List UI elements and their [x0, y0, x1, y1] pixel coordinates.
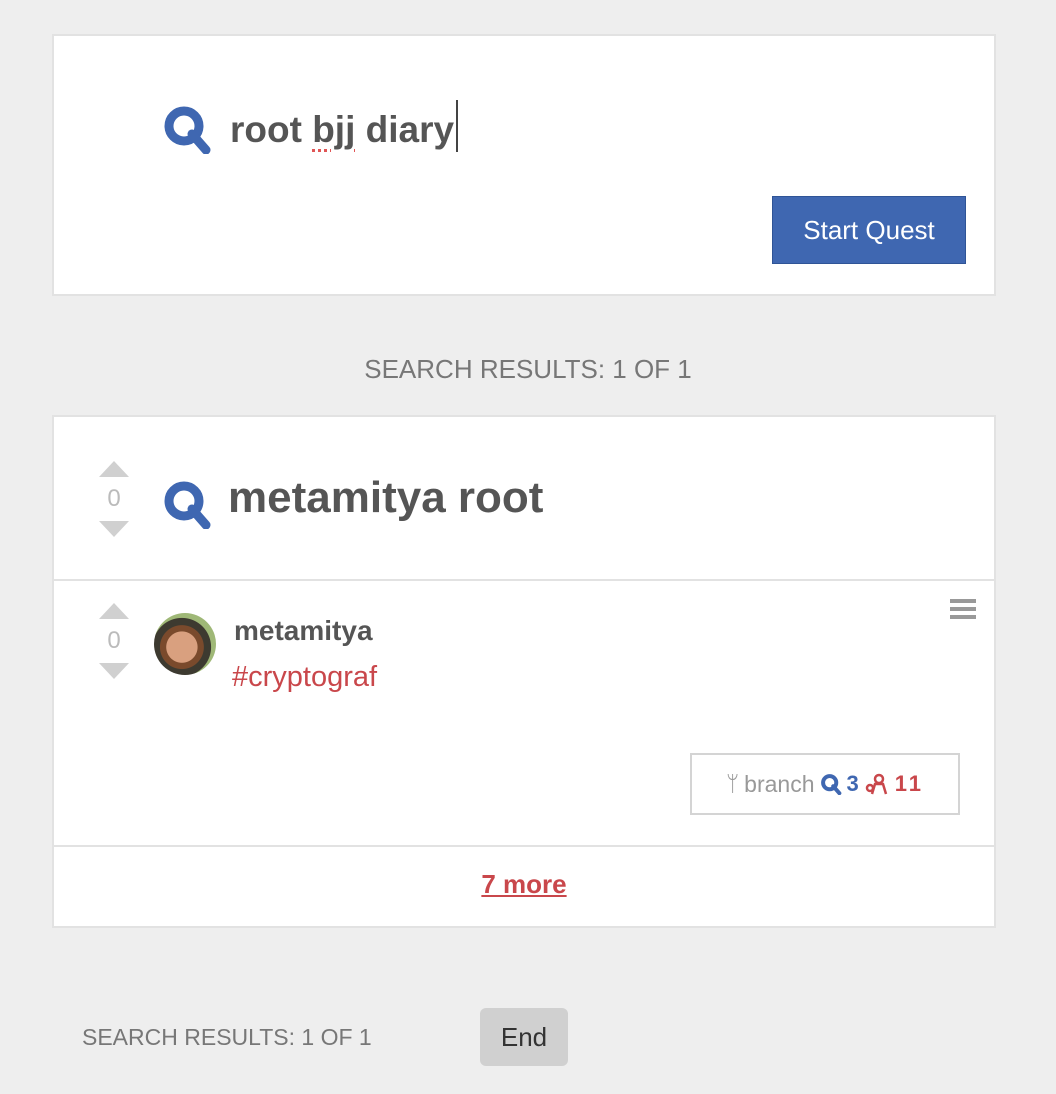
branch-label: branch — [744, 770, 815, 797]
quest-logo-icon — [164, 481, 211, 529]
divider — [54, 579, 994, 581]
start-quest-button[interactable]: Start Quest — [772, 196, 966, 264]
downvote-icon[interactable] — [99, 663, 129, 679]
branch-icon: ᛘ — [725, 771, 740, 796]
end-button[interactable]: End — [480, 1008, 568, 1066]
search-query-misspelled-word: bjj — [312, 109, 356, 150]
quest-vote-count: 0 — [107, 485, 121, 512]
quest-logo-icon — [164, 106, 211, 154]
search-input[interactable]: root bjj diary — [230, 100, 459, 152]
people-count: 11 — [894, 771, 925, 796]
show-more-link[interactable]: 7 more — [54, 869, 994, 900]
downvote-icon[interactable] — [99, 521, 129, 537]
post-author[interactable]: metamitya — [234, 615, 373, 647]
quest-count-icon — [820, 774, 841, 795]
text-caret — [456, 100, 459, 152]
search-results-heading: SEARCH RESULTS: 1 OF 1 — [364, 354, 692, 384]
post-hashtag-link[interactable]: #cryptograf — [232, 661, 377, 694]
people-icon — [865, 773, 887, 795]
quest-title[interactable]: metamitya root — [228, 473, 543, 523]
avatar[interactable] — [154, 613, 216, 675]
hamburger-menu-icon[interactable] — [950, 599, 976, 621]
footer-results-heading: SEARCH RESULTS: 1 OF 1 — [82, 1024, 372, 1050]
quest-result-card: 0 metamitya root 0 metamitya #cryptograf… — [52, 415, 996, 928]
search-query-text: root — [230, 109, 313, 150]
search-card: root bjj diary Start Quest — [52, 34, 996, 296]
divider — [54, 845, 994, 847]
quest-vote-widget: 0 — [94, 461, 134, 537]
upvote-icon[interactable] — [99, 461, 129, 477]
upvote-icon[interactable] — [99, 603, 129, 619]
branch-button[interactable]: ᛘ branch 3 11 — [690, 753, 960, 815]
post-vote-widget: 0 — [94, 603, 134, 679]
post-vote-count: 0 — [107, 627, 121, 654]
search-query-text-end: diary — [355, 109, 455, 150]
quest-count: 3 — [846, 771, 859, 796]
